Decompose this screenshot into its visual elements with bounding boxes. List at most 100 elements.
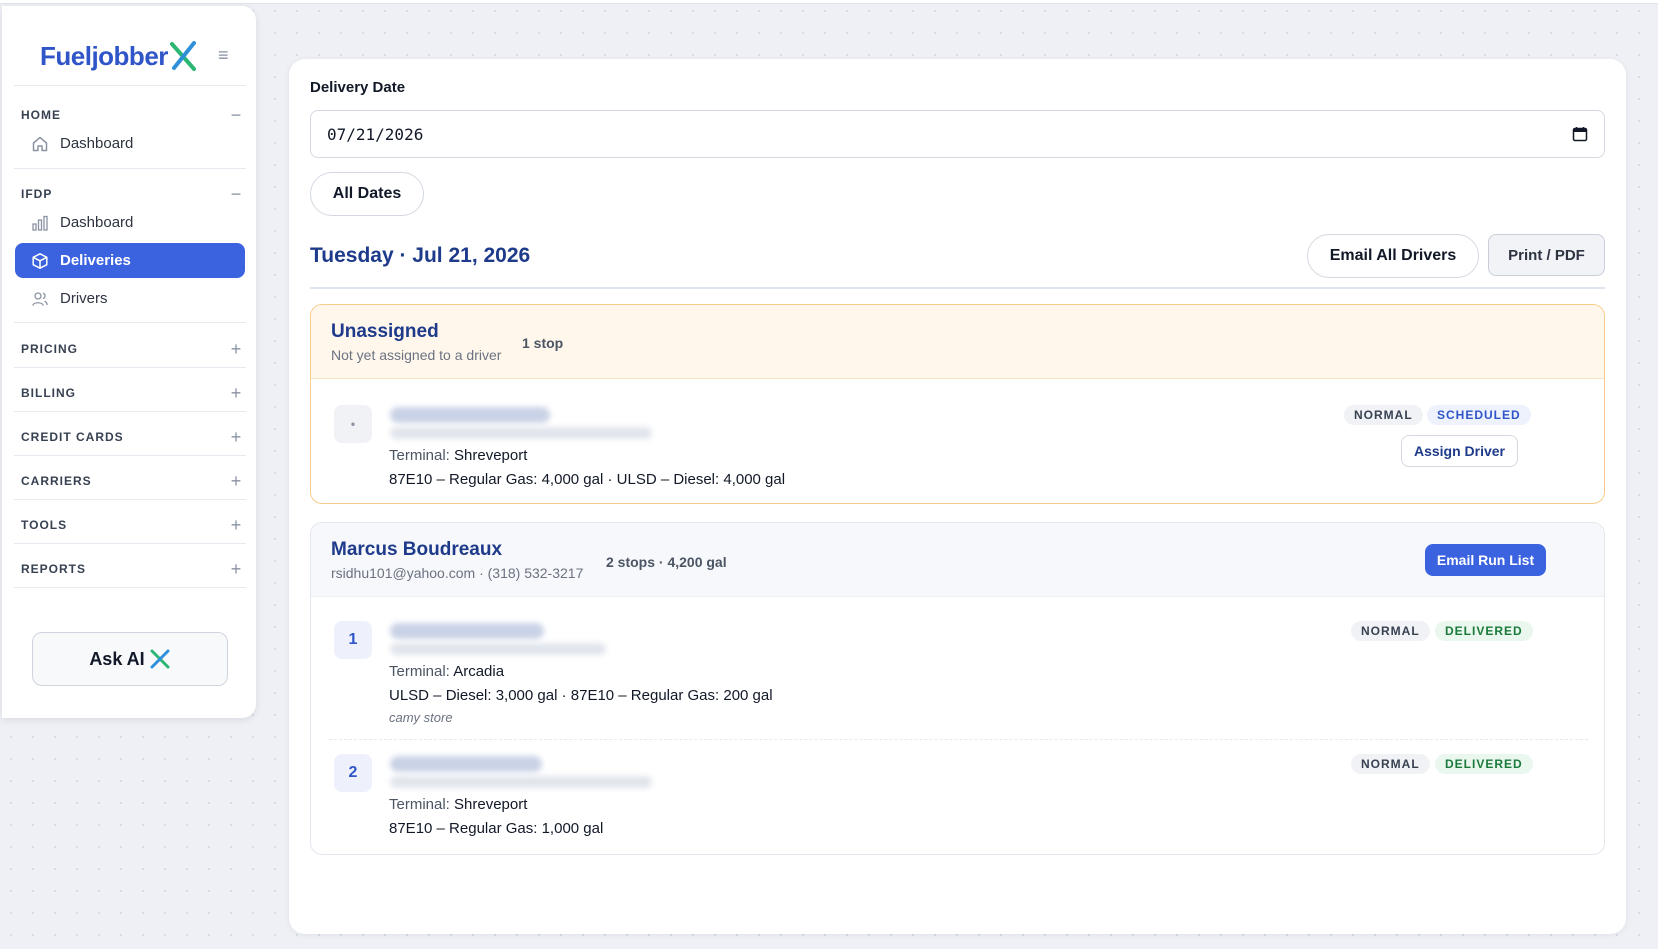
stop-customer-name-redacted [390,756,542,772]
group-subtitle: Not yet assigned to a driver [331,347,502,363]
sidebar-item-drivers[interactable]: Drivers [15,281,245,316]
day-title: Tuesday · Jul 21, 2026 [310,244,531,267]
assign-driver-button[interactable]: Assign Driver [1401,435,1518,467]
terminal-label: Terminal: [389,796,450,813]
driver-name: Marcus Boudreaux [331,539,503,560]
sidebar-item-label: Deliveries [60,252,131,269]
driver-contact: rsidhu101@yahoo.com · (318) 532-3217 [331,565,584,581]
sidebar-section-home[interactable]: HOME − [21,104,243,125]
expand-icon: + [230,558,242,579]
bar-chart-icon [31,214,49,232]
section-label: TOOLS [21,518,68,532]
email-all-drivers-button[interactable]: Email All Drivers [1307,234,1479,278]
terminal-label: Terminal: [389,663,450,680]
sidebar-section-billing[interactable]: BILLING + [21,382,243,403]
brand-logo[interactable]: Fueljobber [40,36,200,76]
sidebar-item-deliveries[interactable]: Deliveries [15,243,245,278]
print-pdf-button[interactable]: Print / PDF [1488,234,1605,276]
group-name: Unassigned [331,321,439,342]
section-label: IFDP [21,187,53,201]
section-label: HOME [21,108,61,122]
users-icon [31,290,49,308]
sidebar-divider [14,587,246,588]
sidebar-divider [14,543,246,544]
delivery-date-input[interactable]: 07/21/2026 [310,110,1605,158]
home-icon [31,135,49,153]
box-icon [31,252,49,270]
sidebar-section-carriers[interactable]: CARRIERS + [21,470,243,491]
sidebar-divider [14,411,246,412]
sidebar-section-tools[interactable]: TOOLS + [21,514,243,535]
status-badge: DELIVERED [1435,754,1533,774]
stop-terminal: Terminal: Shreveport [389,447,527,464]
sidebar-divider [14,322,246,323]
expand-icon: + [230,338,242,359]
stop-address-redacted [390,776,652,788]
date-value: 07/21/2026 [327,124,424,144]
sidebar-section-ifdp[interactable]: IFDP − [21,183,243,204]
expand-icon: + [230,382,242,403]
sidebar-divider [14,85,246,86]
stop-item: 1 Terminal: Arcadia ULSD – Diesel: 3,000… [329,621,1588,731]
stop-customer-name-redacted [390,623,544,639]
sidebar-section-reports[interactable]: REPORTS + [21,558,243,579]
priority-badge: NORMAL [1351,754,1430,774]
sidebar-section-credit-cards[interactable]: CREDIT CARDS + [21,426,243,447]
expand-icon: + [230,426,242,447]
stop-note: camy store [389,710,453,725]
section-label: CREDIT CARDS [21,430,124,444]
sidebar-item-ifdp-dashboard[interactable]: Dashboard [15,205,245,240]
calendar-icon[interactable] [1572,126,1588,142]
section-label: PRICING [21,342,79,356]
terminal-name: Shreveport [454,796,528,813]
sidebar-item-home-dashboard[interactable]: Dashboard [15,126,245,161]
stop-terminal: Terminal: Arcadia [389,663,504,680]
section-label: BILLING [21,386,76,400]
sidebar-section-pricing[interactable]: PRICING + [21,338,243,359]
window-top-edge [0,0,1658,4]
ask-ai-button[interactable]: Ask AI [32,632,228,686]
stop-terminal: Terminal: Shreveport [389,796,527,813]
terminal-name: Arcadia [453,663,505,680]
stop-products: 87E10 – Regular Gas: 1,000 gal [389,820,604,837]
status-badge: DELIVERED [1435,621,1533,641]
stop-number: 1 [334,621,372,659]
sidebar: Fueljobber ≡ HOME − Dashboard IFDP − Das… [2,6,256,718]
stop-item: 2 Terminal: Shreveport 87E10 – Regular G… [329,754,1588,844]
stop-products: ULSD – Diesel: 3,000 gal · 87E10 – Regul… [389,687,773,704]
brand-x-icon [169,41,196,71]
sidebar-item-label: Dashboard [60,214,134,231]
ask-ai-label: Ask AI [89,648,145,669]
expand-icon: + [230,470,242,491]
email-run-list-button[interactable]: Email Run List [1425,544,1546,576]
section-label: REPORTS [21,562,87,576]
unassigned-group: Unassigned Not yet assigned to a driver … [310,304,1605,504]
expand-icon: + [230,514,242,535]
sidebar-divider [14,367,246,368]
sidebar-item-label: Dashboard [60,135,134,152]
terminal-label: Terminal: [389,447,450,464]
terminal-name: Shreveport [454,447,528,464]
collapse-icon: − [230,104,242,125]
group-stop-count: 1 stop [522,335,564,351]
stop-item: • Terminal: Shreveport 87E10 – Regular G… [329,405,1588,495]
driver-group: Marcus Boudreaux rsidhu101@yahoo.com · (… [310,522,1605,855]
ai-x-icon [150,649,170,669]
priority-badge: NORMAL [1351,621,1430,641]
section-label: CARRIERS [21,474,92,488]
priority-badge: NORMAL [1344,405,1423,425]
title-divider [310,287,1605,289]
stop-divider [329,739,1588,740]
stop-number: 2 [334,754,372,792]
brand-name: Fueljobber [40,40,168,71]
menu-toggle-icon[interactable]: ≡ [218,46,236,64]
stop-address-redacted [390,427,652,439]
collapse-icon: − [230,183,242,204]
stop-customer-name-redacted [390,407,550,423]
all-dates-button[interactable]: All Dates [310,172,424,216]
driver-run-summary: 2 stops · 4,200 gal [606,554,727,570]
group-header: Marcus Boudreaux rsidhu101@yahoo.com · (… [311,523,1604,597]
sidebar-item-label: Drivers [60,290,108,307]
stop-products: 87E10 – Regular Gas: 4,000 gal · ULSD – … [389,471,786,488]
stop-number: • [334,405,372,443]
